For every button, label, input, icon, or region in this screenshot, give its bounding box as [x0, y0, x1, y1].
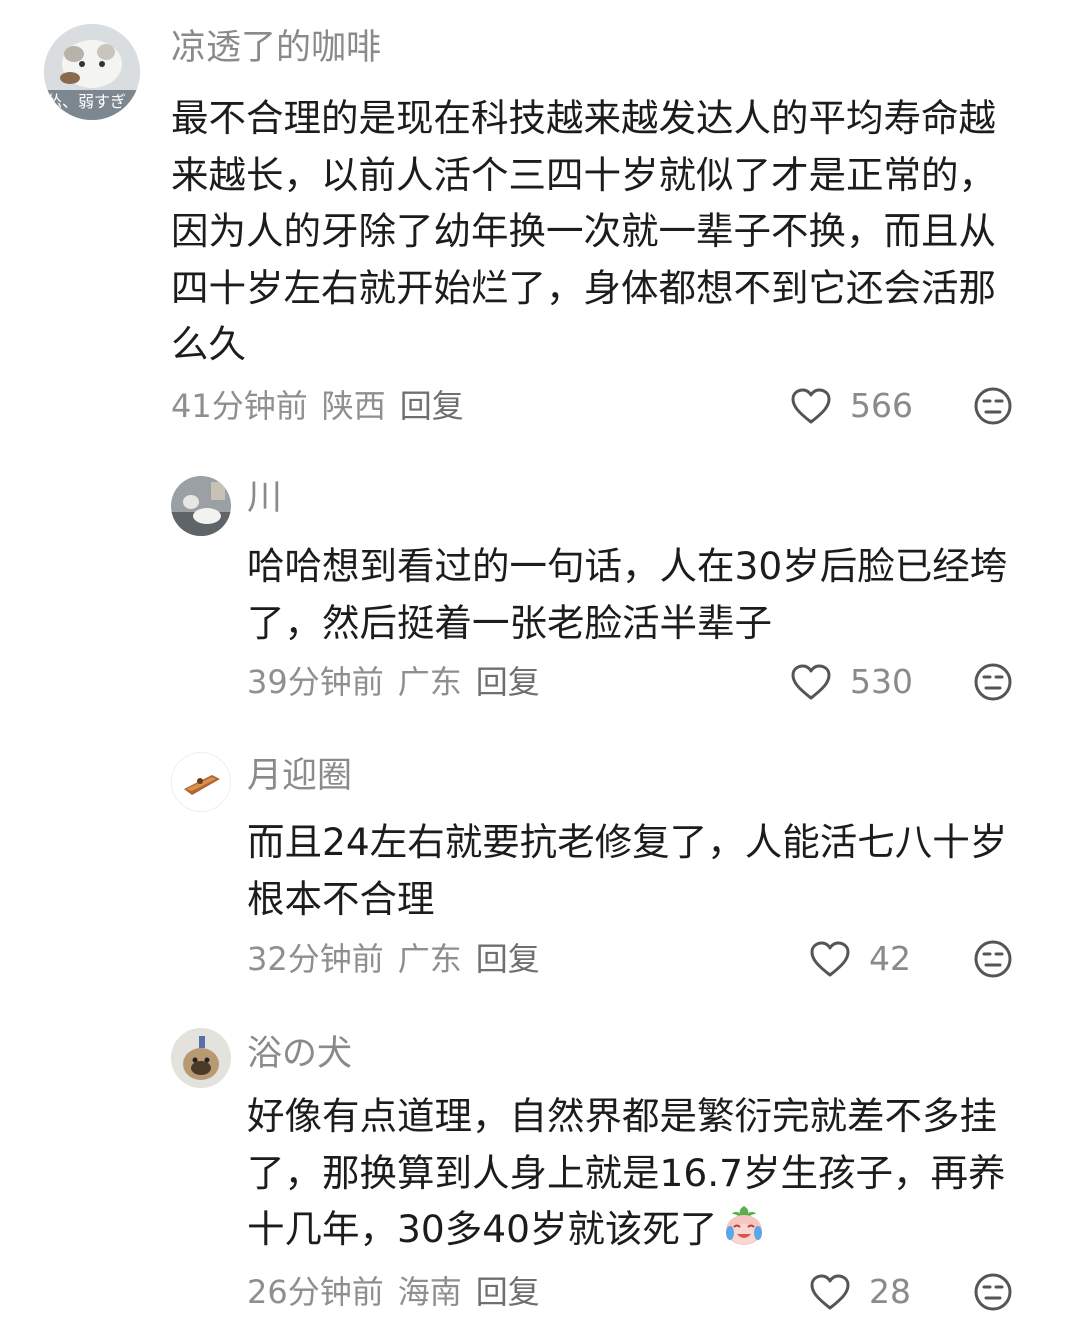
comment-meta: 39分钟前 广东 回复: [247, 660, 554, 704]
avatar-caption: 怂、弱すぎ: [46, 92, 127, 111]
avatar[interactable]: [171, 752, 231, 812]
username[interactable]: 浴の犬: [247, 1032, 352, 1076]
dislike-button[interactable]: [973, 662, 1013, 702]
like-count: 28: [869, 1272, 911, 1311]
like-button[interactable]: 566: [790, 384, 913, 428]
username[interactable]: 凉透了的咖啡: [171, 26, 381, 70]
comment-item: 怂、弱すぎ 凉透了的咖啡 最不合理的是现在科技越来越发达人的平均寿命越来越长，以…: [0, 0, 1079, 440]
reply-item: 浴の犬 好像有点道理，自然界都是繁衍完就差不多挂了，那换算到人身上就是16.7岁…: [0, 1014, 1079, 1322]
heart-outline-icon: [791, 664, 831, 700]
meh-face-icon: [974, 1273, 1012, 1311]
like-count: 42: [869, 939, 911, 978]
location: 广东: [397, 663, 462, 701]
reply-item: 月迎圈 而且24左右就要抗老修复了，人能活七八十岁根本不合理 32分钟前 广东 回复…: [0, 738, 1079, 998]
reply-item: 川 哈哈想到看过的一句话，人在30岁后脸已经垮了，然后挺着一张老脸活半辈子 39…: [0, 460, 1079, 720]
comment-text: 哈哈想到看过的一句话，人在30岁后脸已经垮了，然后挺着一张老脸活半辈子: [247, 544, 1008, 645]
location: 海南: [397, 1273, 462, 1311]
location: 陕西: [321, 387, 386, 425]
username[interactable]: 月迎圈: [247, 754, 352, 798]
timestamp: 26分钟前: [247, 1273, 384, 1311]
avatar[interactable]: 怂、弱すぎ: [44, 24, 140, 120]
crying-laughing-peach-emoji: [726, 1206, 763, 1245]
avatar[interactable]: [171, 1028, 231, 1088]
comment-meta: 26分钟前 海南 回复: [247, 1270, 554, 1314]
username[interactable]: 川: [247, 476, 282, 520]
heart-outline-icon: [810, 941, 850, 977]
comment-text-body: 好像有点道理，自然界都是繁衍完就差不多挂了，那换算到人身上就是16.7岁生孩子，…: [247, 1094, 1006, 1251]
like-count: 566: [850, 386, 913, 425]
timestamp: 39分钟前: [247, 663, 384, 701]
timestamp: 32分钟前: [247, 940, 384, 978]
meh-face-icon: [974, 387, 1012, 425]
comment-meta: 41分钟前 陕西 回复: [171, 384, 478, 428]
comment-text: 好像有点道理，自然界都是繁衍完就差不多挂了，那换算到人身上就是16.7岁生孩子，…: [247, 1088, 1017, 1258]
reply-button[interactable]: 回复: [400, 387, 464, 425]
comment-meta: 32分钟前 广东 回复: [247, 937, 554, 981]
heart-outline-icon: [791, 388, 831, 424]
timestamp: 41分钟前: [171, 387, 308, 425]
meh-face-icon: [974, 940, 1012, 978]
like-count: 530: [850, 662, 913, 701]
reply-button[interactable]: 回复: [476, 663, 540, 701]
reply-button[interactable]: 回复: [476, 1273, 540, 1311]
dislike-button[interactable]: [973, 939, 1013, 979]
like-button[interactable]: 530: [790, 660, 913, 704]
location: 广东: [397, 940, 462, 978]
avatar[interactable]: [171, 476, 231, 536]
comment-text: 而且24左右就要抗老修复了，人能活七八十岁根本不合理: [247, 820, 1008, 921]
like-button[interactable]: 42: [809, 937, 911, 981]
dislike-button[interactable]: [973, 386, 1013, 426]
meh-face-icon: [974, 663, 1012, 701]
comment-text: 最不合理的是现在科技越来越发达人的平均寿命越来越长，以前人活个三四十岁就似了才是…: [171, 96, 996, 366]
like-button[interactable]: 28: [809, 1270, 911, 1314]
reply-button[interactable]: 回复: [476, 940, 540, 978]
heart-outline-icon: [810, 1274, 850, 1310]
dislike-button[interactable]: [973, 1272, 1013, 1312]
